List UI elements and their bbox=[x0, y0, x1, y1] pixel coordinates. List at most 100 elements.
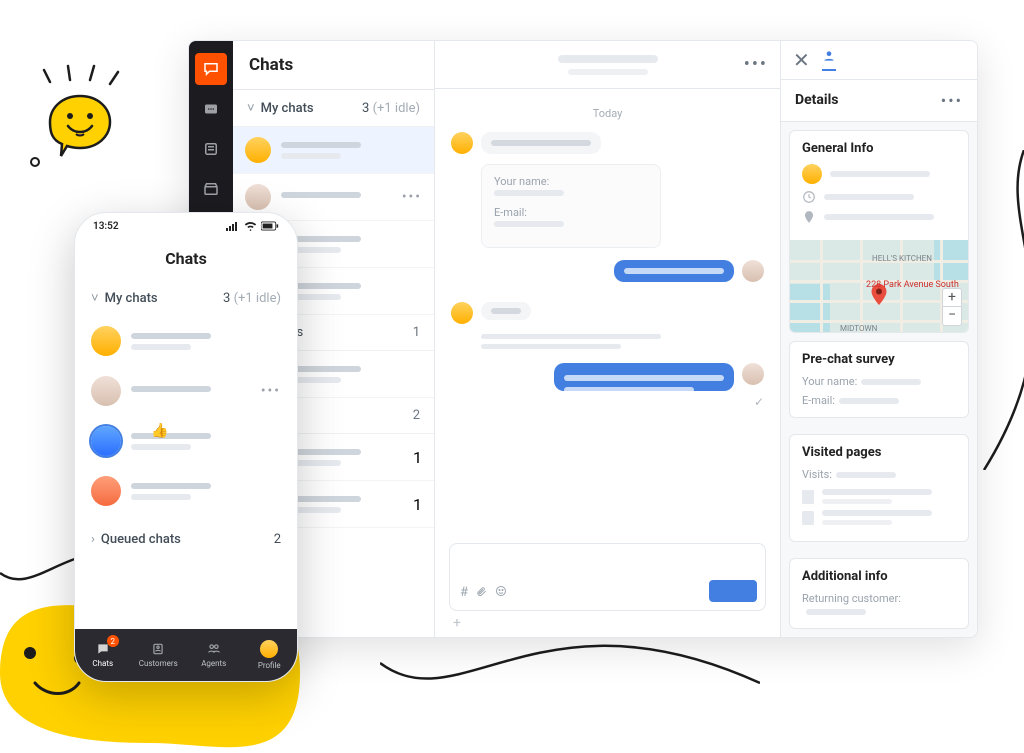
zoom-out-button[interactable]: − bbox=[943, 307, 961, 325]
form-email-label: E-mail: bbox=[494, 206, 648, 219]
my-chats-section[interactable]: ˅ My chats 3 (+1 idle) bbox=[233, 90, 434, 127]
decorative-line-right bbox=[974, 150, 1024, 470]
chat-item[interactable]: ••• bbox=[75, 366, 297, 416]
my-chats-count: 3 bbox=[362, 101, 369, 116]
decorative-circle bbox=[28, 155, 42, 169]
phone-mychats-section[interactable]: ˅ My chats 3 (+1 idle) bbox=[75, 280, 297, 316]
nav-chats-icon[interactable] bbox=[195, 53, 227, 85]
typing-indicator: ••• bbox=[402, 189, 422, 205]
send-button[interactable] bbox=[709, 580, 757, 602]
document-icon bbox=[802, 490, 814, 504]
decorative-sparks bbox=[30, 60, 130, 90]
decorative-emoji-bubble bbox=[40, 90, 120, 170]
phone-title: Chats bbox=[75, 239, 297, 280]
document-icon bbox=[802, 511, 814, 525]
desktop-app-window: Chats ˅ My chats 3 (+1 idle) ••• bbox=[188, 40, 978, 638]
details-header: Details ••• bbox=[781, 80, 977, 122]
battery-icon bbox=[261, 221, 279, 231]
chat-item[interactable] bbox=[75, 466, 297, 516]
message-composer[interactable]: # bbox=[449, 543, 766, 611]
chat-tab-badge: 2 bbox=[107, 635, 119, 647]
phone-tab-profile[interactable]: Profile bbox=[242, 629, 298, 681]
phone-mychats-idle: (+1 idle) bbox=[234, 291, 281, 306]
chat-item[interactable] bbox=[75, 316, 297, 366]
additional-info-title: Additional info bbox=[802, 569, 956, 584]
composer-tools: # bbox=[460, 585, 507, 602]
visited-page-item[interactable] bbox=[802, 489, 956, 504]
incoming-message bbox=[451, 302, 764, 324]
phone-tab-chats[interactable]: 2 Chats bbox=[75, 629, 131, 681]
nav-customers-icon[interactable] bbox=[195, 133, 227, 165]
survey-email-label: E-mail: bbox=[802, 394, 956, 407]
avatar bbox=[742, 363, 764, 385]
conversation-header: ••• bbox=[435, 41, 780, 89]
avatar bbox=[451, 132, 473, 154]
avatar bbox=[91, 426, 121, 456]
more-icon[interactable]: ••• bbox=[941, 91, 963, 110]
visited-pages-card: Visited pages Visits: bbox=[789, 434, 969, 542]
avatar bbox=[91, 326, 121, 356]
additional-info-card: Additional info Returning customer: bbox=[789, 558, 969, 629]
unread-badge: 1 bbox=[413, 495, 422, 514]
map-zoom-controls: + − bbox=[942, 288, 962, 326]
prechat-form: Your name: E-mail: bbox=[481, 164, 661, 248]
info-placeholder bbox=[824, 214, 934, 220]
prechat-survey-title: Pre-chat survey bbox=[802, 352, 956, 367]
outgoing-message bbox=[451, 260, 764, 282]
mobile-phone-frame: 13:52 Chats ˅ My chats 3 (+1 idle) ••• 👍 bbox=[74, 212, 298, 682]
thumbs-up-icon: 👍 bbox=[151, 423, 168, 439]
info-placeholder bbox=[830, 171, 930, 177]
phone-tab-customers[interactable]: Customers bbox=[131, 629, 187, 681]
profile-avatar-icon bbox=[260, 640, 278, 658]
signal-icon bbox=[226, 221, 240, 231]
emoji-icon[interactable] bbox=[495, 585, 507, 602]
my-chats-idle: (+1 idle) bbox=[373, 101, 420, 116]
phone-status-bar: 13:52 bbox=[75, 213, 297, 239]
clock-icon bbox=[802, 190, 816, 204]
chats-title: Chats bbox=[233, 41, 434, 90]
info-placeholder bbox=[824, 194, 914, 200]
zoom-in-button[interactable]: + bbox=[943, 289, 961, 307]
avatar bbox=[451, 302, 473, 324]
typing-indicator: ••• bbox=[261, 383, 281, 399]
chat-preview bbox=[281, 142, 422, 159]
details-topbar: ✕ bbox=[781, 41, 977, 80]
visited-page-item[interactable] bbox=[802, 510, 956, 525]
chat-item[interactable] bbox=[233, 127, 434, 174]
phone-queued-label: Queued chats bbox=[101, 532, 274, 547]
phone-queued-count: 2 bbox=[274, 532, 281, 547]
phone-tab-agents[interactable]: Agents bbox=[186, 629, 242, 681]
phone-mychats-label: My chats bbox=[105, 291, 223, 306]
my-chats-label: My chats bbox=[261, 101, 362, 116]
phone-mychats-count: 3 bbox=[223, 291, 230, 306]
queued-count: 2 bbox=[413, 408, 420, 423]
details-column: ✕ Details ••• General Info bbox=[781, 41, 977, 637]
outgoing-message bbox=[451, 363, 764, 391]
general-info-title: General Info bbox=[802, 141, 956, 156]
phone-tab-bar: 2 Chats Customers Agents Profile bbox=[75, 629, 297, 681]
chevron-right-icon: › bbox=[91, 532, 95, 547]
contact-name-placeholder bbox=[558, 55, 658, 63]
map-card[interactable]: 228 Park Avenue South MIDTOWN HELL'S KIT… bbox=[789, 240, 969, 333]
chat-item[interactable]: 👍 bbox=[75, 416, 297, 466]
more-icon[interactable]: ••• bbox=[744, 54, 768, 75]
wifi-icon bbox=[244, 221, 257, 231]
close-icon[interactable]: ✕ bbox=[793, 48, 810, 72]
attach-icon[interactable] bbox=[476, 585, 487, 602]
returning-customer-label: Returning customer: bbox=[802, 592, 956, 618]
person-tab-icon[interactable] bbox=[822, 48, 836, 71]
unread-badge: 1 bbox=[413, 448, 422, 467]
form-name-label: Your name: bbox=[494, 175, 648, 188]
location-pin-icon bbox=[802, 210, 816, 224]
chevron-down-icon: ˅ bbox=[91, 290, 99, 306]
add-attachment-icon[interactable]: + bbox=[453, 615, 780, 631]
avatar bbox=[742, 260, 764, 282]
avatar bbox=[802, 164, 822, 184]
conversation-column: ••• Today Your name: E-mail: bbox=[435, 41, 781, 637]
hash-icon[interactable]: # bbox=[460, 585, 468, 602]
phone-queued-section[interactable]: › Queued chats 2 bbox=[75, 522, 297, 557]
nav-archive-icon[interactable] bbox=[195, 173, 227, 205]
avatar bbox=[245, 184, 271, 210]
chevron-down-icon: ˅ bbox=[247, 100, 255, 116]
nav-messages-icon[interactable] bbox=[195, 93, 227, 125]
